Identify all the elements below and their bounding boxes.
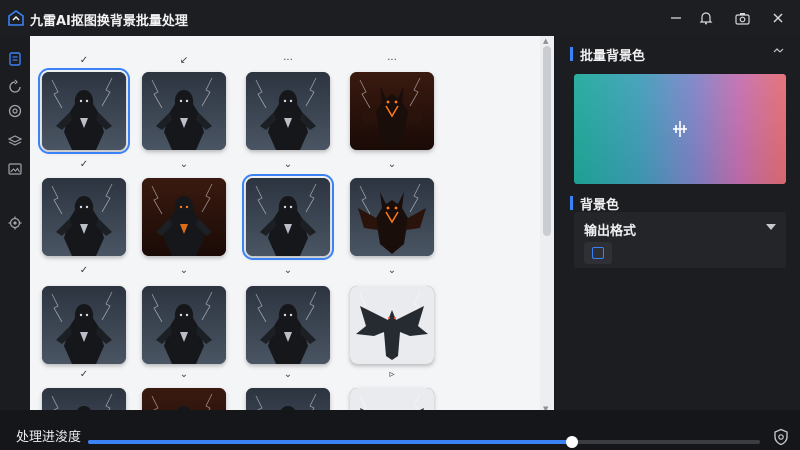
layers-icon[interactable] xyxy=(6,132,24,150)
right-panel: 批量背景色 背景色 输出格式 xyxy=(556,36,800,410)
select-marker[interactable]: ⌄ xyxy=(280,266,296,276)
section-accent-bar xyxy=(570,47,573,61)
checkbox-square-icon xyxy=(592,247,604,259)
app-logo-icon xyxy=(8,10,24,26)
image-thumbnail[interactable] xyxy=(38,68,130,154)
bottom-bar: 处理进浚度 xyxy=(0,410,800,450)
scroll-up-icon[interactable]: ▲ xyxy=(543,37,548,45)
progress-track[interactable] xyxy=(88,436,760,448)
title-bar: 九雷AI抠图换背景批量处理 xyxy=(0,0,800,36)
bg-color-title: 背景色 xyxy=(580,198,620,213)
image-thumbnail[interactable] xyxy=(350,72,434,150)
select-marker[interactable]: ⌄ xyxy=(280,370,296,380)
image-thumbnail[interactable] xyxy=(350,178,434,256)
gallery-scrollbar[interactable]: ▲ ▼ xyxy=(540,36,554,414)
image-thumbnail[interactable] xyxy=(246,72,330,150)
bell-icon[interactable] xyxy=(694,6,718,30)
column-marker[interactable]: ··· xyxy=(384,56,400,66)
progress-label: 处理进浚度 xyxy=(16,430,82,445)
select-marker[interactable]: ✓ xyxy=(76,266,92,276)
column-marker[interactable]: ··· xyxy=(280,56,296,66)
collapse-icon[interactable] xyxy=(772,46,786,56)
progress-fill xyxy=(88,440,572,444)
close-icon[interactable] xyxy=(766,6,790,30)
gear-icon[interactable] xyxy=(6,214,24,232)
image-thumbnail[interactable] xyxy=(350,286,434,364)
camera-icon[interactable] xyxy=(730,6,754,30)
progress-knob[interactable] xyxy=(565,436,578,448)
minimize-icon[interactable] xyxy=(664,6,688,30)
image-thumbnail[interactable] xyxy=(246,286,330,364)
select-marker[interactable]: ⌄ xyxy=(176,370,192,380)
history-icon[interactable] xyxy=(6,78,24,96)
column-marker[interactable]: ↙ xyxy=(176,56,192,66)
left-sidebar xyxy=(0,36,30,410)
image-icon[interactable] xyxy=(6,160,24,178)
select-marker[interactable]: ⌄ xyxy=(176,266,192,276)
image-thumbnail[interactable] xyxy=(142,178,226,256)
image-thumbnail[interactable] xyxy=(42,178,126,256)
batch-bg-title: 批量背景色 xyxy=(580,49,646,64)
select-marker[interactable]: ✓ xyxy=(76,370,92,380)
image-gallery: ✓ ↙ ··· ··· ✓ ⌄ ⌄ ⌄ ✓ ⌄ ⌄ ⌄ ✓ ⌄ ⌄ ▹ xyxy=(30,36,546,414)
eyedropper-icon[interactable] xyxy=(670,119,690,139)
format-checkbox[interactable] xyxy=(584,242,612,264)
window-title: 九雷AI抠图换背景批量处理 xyxy=(30,14,188,29)
select-marker[interactable]: ⌄ xyxy=(384,160,400,170)
settings-icon[interactable] xyxy=(6,102,24,120)
select-marker[interactable]: ⌄ xyxy=(176,160,192,170)
output-format-label: 输出格式 xyxy=(584,224,637,239)
select-marker[interactable]: ⌄ xyxy=(384,266,400,276)
select-marker[interactable]: ▹ xyxy=(384,370,400,380)
shield-gear-icon[interactable] xyxy=(772,428,790,446)
section-accent-bar xyxy=(570,196,573,210)
column-marker[interactable]: ✓ xyxy=(76,56,92,66)
image-thumbnail[interactable] xyxy=(242,174,334,260)
clipboard-icon[interactable] xyxy=(6,50,24,68)
image-thumbnail[interactable] xyxy=(142,286,226,364)
image-thumbnail[interactable] xyxy=(142,72,226,150)
image-thumbnail[interactable] xyxy=(42,286,126,364)
chevron-down-icon[interactable] xyxy=(766,224,776,230)
color-gradient-picker[interactable] xyxy=(574,74,786,184)
output-format-select[interactable]: 输出格式 xyxy=(574,212,786,268)
select-marker[interactable]: ✓ xyxy=(76,160,92,170)
select-marker[interactable]: ⌄ xyxy=(280,160,296,170)
scroll-thumb[interactable] xyxy=(543,46,551,236)
